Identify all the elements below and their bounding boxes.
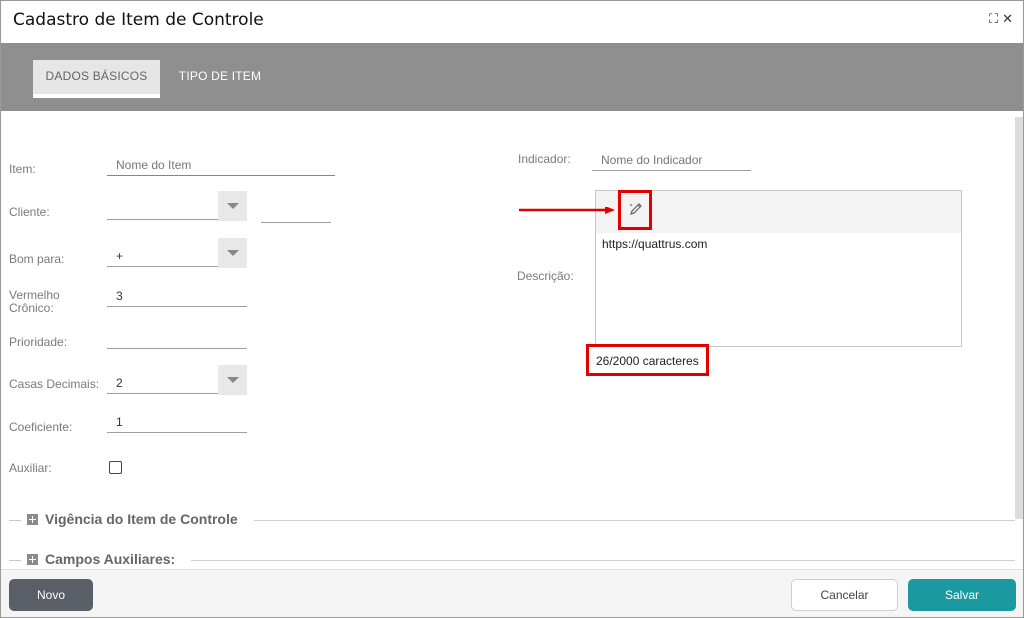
pencil-icon (629, 203, 642, 215)
char-count-text: 26/2000 caracteres (596, 354, 699, 368)
item-placeholder: Nome do Item (116, 158, 192, 172)
coeficiente-value: 1 (116, 415, 123, 429)
coeficiente-label: Coeficiente: (9, 420, 73, 434)
descricao-label: Descrição: (517, 269, 574, 283)
cliente-select[interactable] (107, 200, 218, 220)
save-button[interactable]: Salvar (908, 579, 1016, 611)
section-campos-auxiliares-title[interactable]: Campos Auxiliares: (45, 551, 184, 567)
dialog: Cadastro de Item de Controle ⛶ ✕ DADOS B… (0, 0, 1024, 618)
casas-decimais-select[interactable]: 2 (107, 374, 218, 394)
item-label: Item: (9, 162, 36, 176)
novo-button[interactable]: Novo (9, 579, 93, 611)
section-vigencia-title[interactable]: Vigência do Item de Controle (45, 511, 246, 527)
bom-para-dropdown-button[interactable] (218, 238, 247, 268)
expand-icon[interactable]: ⛶ (989, 11, 998, 27)
footer: Novo Cancelar Salvar (1, 569, 1023, 617)
cancel-button[interactable]: Cancelar (791, 579, 898, 611)
indicador-placeholder: Nome do Indicador (601, 153, 703, 167)
edit-html-button[interactable] (618, 190, 652, 230)
cliente-label: Cliente: (9, 205, 50, 219)
tab-dados-basicos[interactable]: DADOS BÁSICOS (33, 60, 160, 98)
vermelho-cronico-label: Vermelho Crônico: (9, 288, 60, 315)
tab-tipo-de-item[interactable]: TIPO DE ITEM (171, 60, 269, 98)
prioridade-input[interactable] (107, 329, 247, 349)
item-input[interactable]: Nome do Item (107, 156, 335, 176)
auxiliar-label: Auxiliar: (9, 461, 52, 475)
expand-plus-icon[interactable] (27, 514, 38, 525)
section-campos-auxiliares[interactable]: Campos Auxiliares: (9, 551, 1015, 571)
bom-para-label: Bom para: (9, 252, 65, 266)
cliente-dropdown-button[interactable] (218, 191, 247, 221)
annotation-arrow (519, 207, 615, 214)
coeficiente-input[interactable]: 1 (107, 413, 247, 433)
bom-para-value: + (116, 249, 124, 263)
scrollbar[interactable] (1015, 117, 1023, 519)
vermelho-cronico-input[interactable]: 3 (107, 287, 247, 307)
prioridade-label: Prioridade: (9, 335, 68, 349)
indicador-input[interactable]: Nome do Indicador (592, 151, 751, 171)
section-vigencia[interactable]: Vigência do Item de Controle (9, 511, 1015, 531)
descricao-text[interactable]: https://quattrus.com (602, 237, 707, 251)
expand-plus-icon[interactable] (27, 554, 38, 565)
casas-decimais-value: 2 (116, 376, 123, 390)
titlebar: Cadastro de Item de Controle ⛶ ✕ (1, 1, 1023, 43)
casas-decimais-label: Casas Decimais: (9, 377, 100, 391)
bom-para-select[interactable]: + (107, 247, 218, 267)
vermelho-cronico-value: 3 (116, 289, 123, 303)
cliente-code-input[interactable] (261, 203, 331, 223)
tab-bar: DADOS BÁSICOS TIPO DE ITEM (1, 43, 1023, 111)
dialog-title: Cadastro de Item de Controle (13, 10, 264, 30)
window-controls: ⛶ ✕ (989, 11, 1013, 27)
indicador-label: Indicador: (518, 152, 571, 166)
casas-decimais-dropdown-button[interactable] (218, 365, 247, 395)
char-counter: 26/2000 caracteres (586, 344, 709, 376)
auxiliar-checkbox[interactable] (109, 461, 122, 474)
close-icon[interactable]: ✕ (1002, 11, 1013, 27)
